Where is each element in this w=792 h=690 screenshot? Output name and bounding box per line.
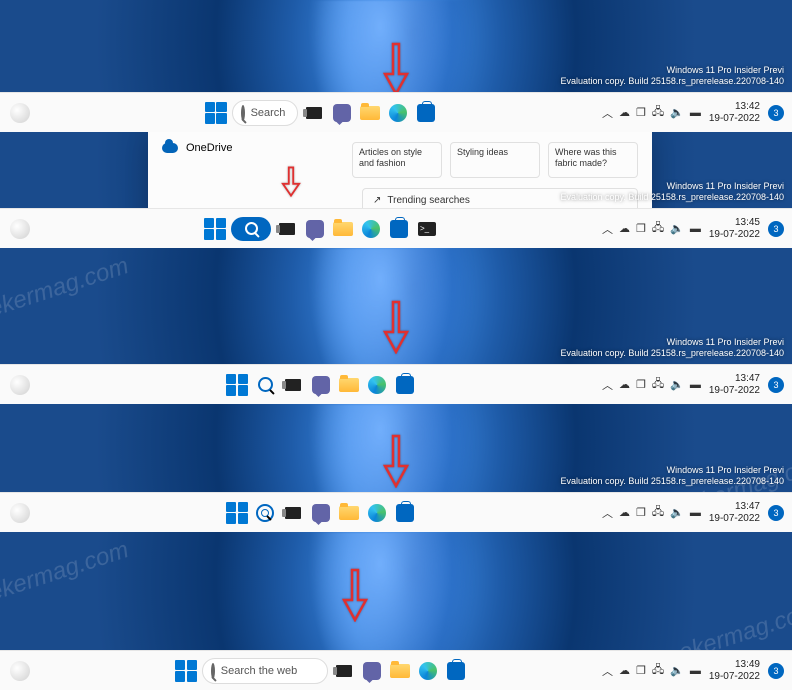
chat-icon[interactable] bbox=[360, 659, 384, 683]
task-view-icon[interactable] bbox=[281, 501, 305, 525]
display-icon[interactable]: ❐ bbox=[636, 106, 646, 119]
system-tray[interactable]: ︿☁❐🖧🔈▬ bbox=[602, 503, 701, 522]
system-tray[interactable]: ︿☁❐🖧🔈▬ bbox=[602, 375, 701, 394]
taskbar: >_ ︿☁❐🖧🔈▬ 13:4519-07-2022 3 bbox=[0, 208, 792, 248]
system-tray[interactable]: ︿ ☁ ❐ 🖧 🔈 ▬ bbox=[602, 103, 701, 122]
search-icon[interactable] bbox=[253, 373, 277, 397]
suggestion-card[interactable]: Styling ideas bbox=[450, 142, 540, 178]
file-explorer-icon[interactable] bbox=[358, 101, 382, 125]
edge-icon[interactable] bbox=[365, 501, 389, 525]
onedrive-item[interactable]: OneDrive bbox=[162, 142, 232, 154]
edge-icon[interactable] bbox=[359, 217, 383, 241]
store-icon[interactable] bbox=[393, 501, 417, 525]
chat-icon[interactable] bbox=[309, 501, 333, 525]
chat-icon[interactable] bbox=[330, 101, 354, 125]
store-icon[interactable] bbox=[393, 373, 417, 397]
notification-badge[interactable]: 3 bbox=[768, 663, 784, 679]
eval-copy: Windows 11 Pro Insider PreviEvaluation c… bbox=[561, 65, 785, 88]
task-view-icon[interactable] bbox=[332, 659, 356, 683]
volume-icon[interactable]: 🔈 bbox=[670, 106, 684, 119]
widgets-icon[interactable] bbox=[10, 103, 30, 123]
notification-badge[interactable]: 3 bbox=[768, 221, 784, 237]
system-tray[interactable]: ︿☁❐🖧🔈▬ bbox=[602, 661, 701, 680]
search-pill-button[interactable] bbox=[231, 217, 271, 241]
store-icon[interactable] bbox=[444, 659, 468, 683]
clock[interactable]: 13:4219-07-2022 bbox=[709, 101, 760, 125]
store-icon[interactable] bbox=[387, 217, 411, 241]
clock[interactable]: 13:4919-07-2022 bbox=[709, 659, 760, 683]
edge-icon[interactable] bbox=[386, 101, 410, 125]
widgets-icon[interactable] bbox=[10, 503, 30, 523]
file-explorer-icon[interactable] bbox=[337, 501, 361, 525]
taskbar: Search ︿ ☁ ❐ 🖧 🔈 ▬ 13:4219-07-2022 3 bbox=[0, 92, 792, 132]
search-icon-circled[interactable] bbox=[253, 501, 277, 525]
taskbar: ︿☁❐🖧🔈▬ 13:4719-07-2022 3 bbox=[0, 492, 792, 532]
widgets-icon[interactable] bbox=[10, 375, 30, 395]
network-icon[interactable]: 🖧 bbox=[652, 103, 664, 122]
clock[interactable]: 13:4519-07-2022 bbox=[709, 217, 760, 241]
file-explorer-icon[interactable] bbox=[337, 373, 361, 397]
file-explorer-icon[interactable] bbox=[331, 217, 355, 241]
battery-icon[interactable]: ▬ bbox=[690, 107, 701, 119]
start-button[interactable] bbox=[225, 501, 249, 525]
chat-icon[interactable] bbox=[309, 373, 333, 397]
clock[interactable]: 13:4719-07-2022 bbox=[709, 501, 760, 525]
onedrive-tray-icon[interactable]: ☁ bbox=[619, 106, 630, 119]
notification-badge[interactable]: 3 bbox=[768, 105, 784, 121]
widgets-icon[interactable] bbox=[10, 661, 30, 681]
chevron-up-icon[interactable]: ︿ bbox=[602, 105, 613, 121]
widgets-icon[interactable] bbox=[10, 219, 30, 239]
red-arrow-icon bbox=[278, 166, 304, 211]
file-explorer-icon[interactable] bbox=[388, 659, 412, 683]
edge-icon[interactable] bbox=[416, 659, 440, 683]
red-arrow-icon bbox=[381, 300, 411, 359]
clock[interactable]: 13:4719-07-2022 bbox=[709, 373, 760, 397]
eval-copy: Windows 11 Pro Insider PreviEvaluation c… bbox=[561, 465, 785, 488]
notification-badge[interactable]: 3 bbox=[768, 505, 784, 521]
start-button[interactable] bbox=[225, 373, 249, 397]
task-view-icon[interactable] bbox=[275, 217, 299, 241]
red-arrow-icon bbox=[381, 434, 411, 493]
red-arrow-icon bbox=[340, 568, 370, 627]
store-icon[interactable] bbox=[414, 101, 438, 125]
taskbar: Search the web ︿☁❐🖧🔈▬ 13:4919-07-2022 3 bbox=[0, 650, 792, 690]
task-view-icon[interactable] bbox=[302, 101, 326, 125]
search-the-web-box[interactable]: Search the web bbox=[202, 658, 328, 684]
eval-copy: Windows 11 Pro Insider PreviEvaluation c… bbox=[561, 337, 785, 360]
suggestion-card[interactable]: Articles on style and fashion bbox=[352, 142, 442, 178]
taskbar: ︿☁❐🖧🔈▬ 13:4719-07-2022 3 bbox=[0, 364, 792, 404]
eval-copy: Windows 11 Pro Insider PreviEvaluation c… bbox=[561, 181, 785, 204]
chat-icon[interactable] bbox=[303, 217, 327, 241]
edge-icon[interactable] bbox=[365, 373, 389, 397]
suggestion-card[interactable]: Where was this fabric made? bbox=[548, 142, 638, 178]
search-box[interactable]: Search bbox=[232, 100, 299, 126]
system-tray[interactable]: ︿☁❐🖧🔈▬ bbox=[602, 219, 701, 238]
task-view-icon[interactable] bbox=[281, 373, 305, 397]
terminal-icon[interactable]: >_ bbox=[415, 217, 439, 241]
notification-badge[interactable]: 3 bbox=[768, 377, 784, 393]
start-button[interactable] bbox=[204, 101, 228, 125]
start-button[interactable] bbox=[203, 217, 227, 241]
start-button[interactable] bbox=[174, 659, 198, 683]
